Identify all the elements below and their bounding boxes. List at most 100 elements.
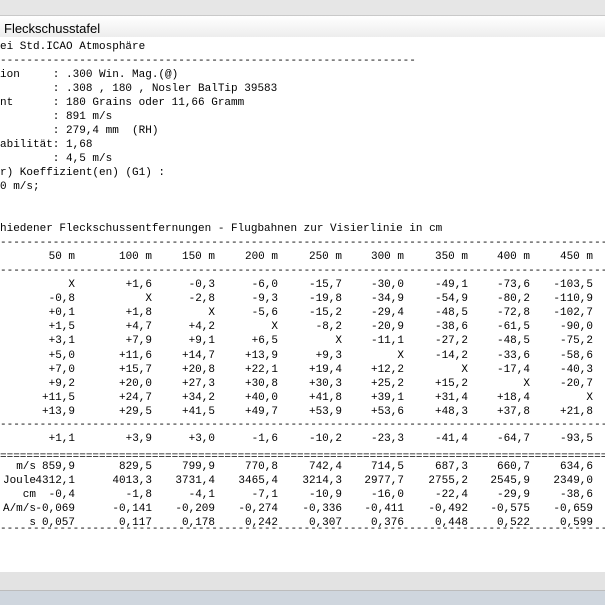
- summary-cell: -23,3: [370, 433, 404, 445]
- table-cell: +4,7: [125, 321, 152, 334]
- stat-cell: 3731,4: [175, 475, 215, 488]
- table-cell: +25,2: [370, 377, 404, 390]
- stat-cell: 0,117: [118, 517, 152, 530]
- table-cell: -34,9: [370, 293, 404, 306]
- table-cell: X: [145, 293, 152, 306]
- table-cell: +34,2: [181, 391, 215, 404]
- stat-cell: -0,209: [175, 503, 215, 516]
- stat-cell: -0,069: [35, 503, 75, 516]
- table-cell: +19,4: [308, 363, 342, 376]
- stat-cell: -1,8: [125, 489, 152, 502]
- table-cell: +30,8: [244, 377, 278, 390]
- table-cell: +3,1: [48, 335, 75, 348]
- stat-cell: -4,1: [188, 489, 215, 502]
- column-header: 350 m: [434, 251, 468, 263]
- table-cell: +9,3: [315, 349, 342, 362]
- table-cell: +49,7: [244, 405, 278, 418]
- table-cell: +20,0: [118, 377, 152, 390]
- stat-cell: -0,4: [48, 489, 75, 502]
- table-cell: +7,0: [48, 363, 75, 376]
- stat-cell: 799,9: [181, 461, 215, 473]
- stat-cell: 0,448: [434, 517, 468, 530]
- stat-cell: 0,599: [559, 517, 593, 530]
- stat-cell: -10,9: [308, 489, 342, 502]
- table-cell: -20,9: [370, 321, 404, 334]
- table-cell: +15,7: [118, 363, 152, 376]
- stat-cell: -29,9: [496, 489, 530, 502]
- summary-cell: -64,7: [496, 433, 530, 445]
- summary-cell: -10,2: [308, 433, 342, 445]
- column-header: 50 m: [48, 251, 75, 263]
- table-cell: -14,2: [434, 349, 468, 362]
- table-cell: +13,9: [41, 405, 75, 418]
- column-header: 200 m: [244, 251, 278, 263]
- table-cell: +11,5: [41, 391, 75, 404]
- table-cell: +21,8: [559, 405, 593, 418]
- table-cell: -20,7: [559, 377, 593, 390]
- table-cell: +24,7: [118, 391, 152, 404]
- stat-cell: 660,7: [496, 461, 530, 473]
- header-line: nt : 180 Grains oder 11,66 Gramm: [0, 97, 245, 109]
- table-cell: -17,4: [496, 363, 530, 376]
- table-cell: +1,5: [48, 321, 75, 334]
- table-cell: +27,3: [181, 377, 215, 390]
- table-cell: -80,2: [496, 293, 530, 306]
- table-cell: +22,1: [244, 363, 278, 376]
- stat-cell: 0,057: [41, 517, 75, 530]
- ballistics-report[interactable]: ei Std.ICAO Atmosphäre -----------------…: [0, 37, 605, 573]
- header-line: ion : .300 Win. Mag.(@): [0, 69, 179, 81]
- stat-cell: 2545,9: [490, 475, 530, 488]
- column-header: 400 m: [496, 251, 530, 263]
- table-cell: +7,9: [125, 335, 152, 348]
- header-line: : .308 , 180 , Nosler BalTip 39583: [0, 83, 278, 95]
- stat-cell: -0,336: [302, 503, 342, 516]
- table-cell: +29,5: [118, 405, 152, 418]
- stat-cell: 3214,3: [302, 475, 342, 488]
- table-cell: +15,2: [434, 377, 468, 390]
- column-header: 250 m: [308, 251, 342, 263]
- horizontal-scrollbar[interactable]: [0, 572, 605, 591]
- table-cell: -48,5: [434, 307, 468, 320]
- stat-cell: 2755,2: [428, 475, 468, 488]
- table-cell: +48,3: [434, 405, 468, 418]
- table-cell: +13,9: [244, 349, 278, 362]
- stat-cell: -0,575: [490, 503, 530, 516]
- table-cell: -0,8: [48, 293, 75, 306]
- stat-cell: -38,6: [559, 489, 593, 502]
- summary-cell: -1,6: [251, 433, 278, 445]
- stat-cell: 770,8: [244, 461, 278, 473]
- table-cell: -19,8: [308, 293, 342, 306]
- table-cell: -29,4: [370, 307, 404, 320]
- table-cell: X: [68, 279, 75, 291]
- header-line: : 891 m/s: [0, 111, 113, 123]
- header-line: abilität: 1,68: [0, 139, 93, 151]
- table-cell: -48,5: [496, 335, 530, 348]
- table-cell: +9,1: [188, 335, 215, 348]
- section-title: hiedener Fleckschussentfernungen - Flugb…: [0, 223, 443, 235]
- table-cell: +11,6: [118, 349, 152, 362]
- stat-cell: 3465,4: [238, 475, 278, 488]
- header-line: r) Koeffizient(en) (G1) :: [0, 167, 166, 179]
- summary-cell: -93,5: [559, 433, 593, 445]
- table-cell: -102,7: [553, 307, 593, 320]
- table-cell: -40,3: [559, 363, 593, 376]
- table-cell: X: [271, 321, 278, 334]
- table-cell: -6,0: [251, 279, 278, 291]
- summary-cell: -41,4: [434, 433, 468, 445]
- table-cell: +1,8: [125, 307, 152, 320]
- column-header: 300 m: [370, 251, 404, 263]
- stat-cell: 714,5: [370, 461, 404, 473]
- stat-cell: -7,1: [251, 489, 278, 502]
- table-cell: -38,6: [434, 321, 468, 334]
- table-cell: +20,8: [181, 363, 215, 376]
- column-header: 100 m: [118, 251, 152, 263]
- table-cell: -30,0: [370, 279, 404, 291]
- table-cell: -61,5: [496, 321, 530, 334]
- table-cell: -8,2: [315, 321, 342, 334]
- table-cell: -58,6: [559, 349, 593, 362]
- table-cell: X: [461, 363, 468, 376]
- table-cell: +18,4: [496, 391, 530, 404]
- stat-cell: -22,4: [434, 489, 468, 502]
- stat-cell: -0,411: [364, 503, 404, 516]
- table-cell: -110,9: [553, 293, 593, 306]
